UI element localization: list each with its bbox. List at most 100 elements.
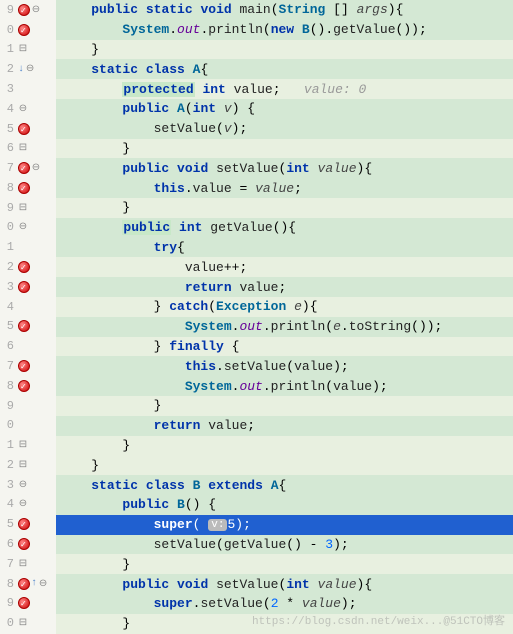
breakpoint-icon[interactable] bbox=[18, 320, 30, 332]
gutter-marks[interactable] bbox=[16, 281, 56, 293]
override-arrow-icon[interactable]: ↑ bbox=[31, 578, 37, 589]
gutter-marks[interactable]: ⊟ bbox=[16, 143, 56, 153]
code-line[interactable]: value++; bbox=[56, 257, 513, 277]
gutter-marks[interactable]: ⊖ bbox=[16, 104, 56, 114]
code-line[interactable]: public A(int v) { bbox=[56, 99, 513, 119]
gutter-marks[interactable]: ⊖ bbox=[16, 4, 56, 16]
code-line[interactable]: System.out.println(value); bbox=[56, 376, 513, 396]
token bbox=[216, 101, 224, 116]
code-line[interactable]: return value; bbox=[56, 416, 513, 436]
fold-icon[interactable]: ⊖ bbox=[18, 104, 28, 114]
breakpoint-icon[interactable] bbox=[18, 360, 30, 372]
gutter-marks[interactable]: ⊟ bbox=[16, 559, 56, 569]
code-line[interactable]: } catch(Exception e){ bbox=[56, 297, 513, 317]
gutter-marks[interactable]: ⊟ bbox=[16, 618, 56, 628]
code-area[interactable]: public static void main(String [] args){… bbox=[56, 0, 513, 633]
fold-icon[interactable]: ⊖ bbox=[18, 222, 28, 232]
code-line[interactable]: } bbox=[56, 40, 513, 60]
fold-icon[interactable]: ⊖ bbox=[18, 480, 28, 490]
gutter-marks[interactable]: ⊖ bbox=[16, 480, 56, 490]
code-line[interactable]: static class B extends A{ bbox=[56, 475, 513, 495]
code-line[interactable]: this.setValue(value); bbox=[56, 356, 513, 376]
line-number: 7 bbox=[0, 359, 16, 373]
gutter-marks[interactable] bbox=[16, 597, 56, 609]
code-line[interactable]: } bbox=[56, 436, 513, 456]
token: B bbox=[302, 22, 310, 37]
code-line[interactable]: protected int value; value: 0 bbox=[56, 79, 513, 99]
breakpoint-icon[interactable] bbox=[18, 4, 30, 16]
fold-icon[interactable]: ⊖ bbox=[31, 5, 41, 15]
code-editor[interactable]: 9⊖01⊟2↓⊖34⊖56⊟7⊖89⊟0⊖12345678901⊟2⊟3⊖4⊖5… bbox=[0, 0, 513, 633]
code-line[interactable]: System.out.println(new B().getValue()); bbox=[56, 20, 513, 40]
code-line[interactable]: setValue(getValue() - 3); bbox=[56, 535, 513, 555]
code-line[interactable]: } bbox=[56, 614, 513, 634]
fold-icon[interactable]: ⊟ bbox=[18, 618, 28, 628]
code-line[interactable]: } bbox=[56, 554, 513, 574]
code-line[interactable]: this.value = value; bbox=[56, 178, 513, 198]
token: } bbox=[60, 458, 99, 473]
breakpoint-icon[interactable] bbox=[18, 24, 30, 36]
code-line[interactable]: } bbox=[56, 198, 513, 218]
breakpoint-icon[interactable] bbox=[18, 261, 30, 273]
gutter-marks[interactable]: ⊟ bbox=[16, 440, 56, 450]
token: ; bbox=[278, 280, 286, 295]
code-line[interactable]: super( v:5); bbox=[56, 515, 513, 535]
fold-icon[interactable]: ⊖ bbox=[25, 64, 35, 74]
breakpoint-icon[interactable] bbox=[18, 162, 30, 174]
gutter-marks[interactable] bbox=[16, 518, 56, 530]
breakpoint-icon[interactable] bbox=[18, 380, 30, 392]
code-line[interactable]: static class A{ bbox=[56, 59, 513, 79]
code-line[interactable]: public void setValue(int value){ bbox=[56, 158, 513, 178]
breakpoint-icon[interactable] bbox=[18, 123, 30, 135]
code-line[interactable]: } finally { bbox=[56, 337, 513, 357]
code-line[interactable]: public int getValue(){ bbox=[56, 218, 513, 238]
breakpoint-icon[interactable] bbox=[18, 281, 30, 293]
gutter-marks[interactable]: ⊟ bbox=[16, 460, 56, 470]
gutter-marks[interactable] bbox=[16, 182, 56, 194]
gutter-marks[interactable] bbox=[16, 360, 56, 372]
code-line[interactable]: System.out.println(e.toString()); bbox=[56, 317, 513, 337]
override-arrow-icon[interactable]: ↓ bbox=[18, 64, 24, 75]
code-line[interactable]: setValue(v); bbox=[56, 119, 513, 139]
code-line[interactable]: } bbox=[56, 396, 513, 416]
gutter-marks[interactable] bbox=[16, 261, 56, 273]
breakpoint-icon[interactable] bbox=[18, 538, 30, 550]
token bbox=[310, 577, 318, 592]
fold-icon[interactable]: ⊟ bbox=[18, 143, 28, 153]
fold-icon[interactable]: ⊟ bbox=[18, 440, 28, 450]
fold-icon[interactable]: ⊟ bbox=[18, 44, 28, 54]
gutter-marks[interactable]: ↑⊖ bbox=[16, 578, 56, 590]
fold-icon[interactable]: ⊖ bbox=[31, 163, 41, 173]
fold-icon[interactable]: ⊟ bbox=[18, 460, 28, 470]
code-line[interactable]: } bbox=[56, 455, 513, 475]
code-line[interactable]: super.setValue(2 * value); bbox=[56, 594, 513, 614]
gutter-marks[interactable] bbox=[16, 538, 56, 550]
code-line[interactable]: try{ bbox=[56, 238, 513, 258]
code-line[interactable]: } bbox=[56, 139, 513, 159]
gutter-marks[interactable]: ⊟ bbox=[16, 203, 56, 213]
fold-icon[interactable]: ⊟ bbox=[18, 203, 28, 213]
fold-icon[interactable]: ⊟ bbox=[18, 559, 28, 569]
token: setValue bbox=[154, 537, 216, 552]
gutter-marks[interactable] bbox=[16, 320, 56, 332]
gutter-marks[interactable] bbox=[16, 380, 56, 392]
gutter-marks[interactable]: ⊖ bbox=[16, 162, 56, 174]
code-line[interactable]: public B() { bbox=[56, 495, 513, 515]
breakpoint-icon[interactable] bbox=[18, 578, 30, 590]
gutter-marks[interactable]: ⊖ bbox=[16, 499, 56, 509]
breakpoint-icon[interactable] bbox=[18, 518, 30, 530]
fold-icon[interactable]: ⊖ bbox=[38, 579, 48, 589]
gutter-marks[interactable] bbox=[16, 123, 56, 135]
code-line[interactable]: return value; bbox=[56, 277, 513, 297]
fold-icon[interactable]: ⊖ bbox=[18, 499, 28, 509]
breakpoint-icon[interactable] bbox=[18, 597, 30, 609]
token: { bbox=[279, 478, 287, 493]
gutter-marks[interactable] bbox=[16, 24, 56, 36]
gutter-marks[interactable]: ⊖ bbox=[16, 222, 56, 232]
gutter-marks[interactable]: ↓⊖ bbox=[16, 64, 56, 75]
code-line[interactable]: public void setValue(int value){ bbox=[56, 574, 513, 594]
breakpoint-icon[interactable] bbox=[18, 182, 30, 194]
code-line[interactable]: public static void main(String [] args){ bbox=[56, 0, 513, 20]
gutter-marks[interactable]: ⊟ bbox=[16, 44, 56, 54]
line-number: 3 bbox=[0, 280, 16, 294]
